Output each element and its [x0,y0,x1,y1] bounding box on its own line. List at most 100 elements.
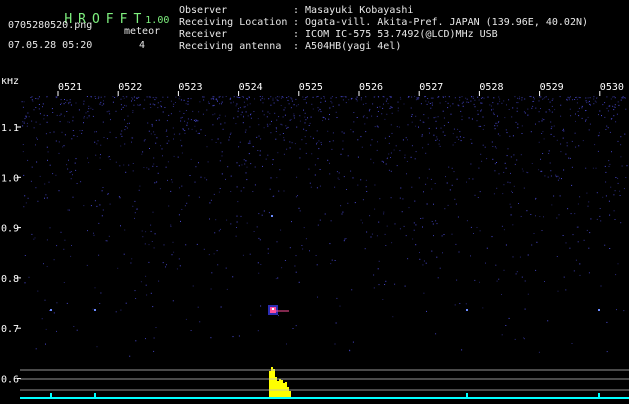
noise-pixel [37,200,39,202]
noise-pixel [316,264,318,266]
noise-pixel [462,105,464,107]
noise-pixel [551,105,553,107]
noise-pixel [81,132,83,134]
noise-pixel [510,206,512,208]
noise-pixel [268,98,270,100]
noise-pixel [442,252,443,254]
noise-pixel [599,208,601,209]
noise-pixel [421,134,423,136]
noise-pixel [556,139,558,141]
noise-pixel [167,96,169,98]
noise-pixel [86,264,88,266]
noise-pixel [305,119,307,121]
noise-pixel [124,104,125,106]
noise-pixel [236,96,238,98]
noise-pixel [219,160,221,162]
noise-pixel [505,167,507,169]
noise-pixel [370,144,372,146]
noise-pixel [165,166,167,168]
noise-pixel [136,97,137,99]
noise-pixel [482,144,484,146]
noise-pixel [94,131,95,133]
noise-pixel [330,97,332,99]
noise-pixel [308,168,310,170]
noise-pixel [287,99,289,101]
noise-pixel [402,198,404,200]
noise-pixel [415,244,417,246]
noise-pixel [337,177,339,179]
noise-pixel [512,135,514,137]
noise-pixel [340,153,342,155]
noise-pixel [153,163,155,165]
noise-pixel [403,225,405,227]
noise-pixel [35,187,37,189]
noise-pixel [224,115,226,117]
noise-pixel [96,205,98,207]
noise-pixel [226,219,228,221]
noise-pixel [567,96,569,98]
noise-pixel [38,96,40,98]
noise-pixel [617,263,619,265]
noise-pixel [339,305,341,307]
noise-pixel [296,105,298,107]
noise-pixel [115,311,117,313]
noise-pixel [132,170,134,172]
noise-pixel [55,174,57,176]
noise-pixel [245,111,247,113]
noise-pixel [304,116,306,118]
noise-pixel [443,117,445,119]
noise-pixel [596,97,598,99]
noise-pixel [343,176,345,178]
noise-pixel [295,255,297,257]
noise-pixel [549,101,551,103]
noise-pixel [425,262,427,264]
noise-pixel [298,281,300,283]
noise-pixel [129,355,131,357]
noise-pixel [23,206,25,208]
noise-pixel [360,179,362,181]
noise-pixel [170,100,172,102]
noise-pixel [494,128,496,130]
noise-pixel [343,132,345,134]
noise-pixel [154,99,156,101]
noise-pixel [428,168,430,170]
noise-pixel [261,97,263,99]
noise-pixel [177,156,179,158]
noise-pixel [382,96,384,98]
noise-pixel [260,305,262,307]
noise-pixel [161,148,163,150]
noise-pixel [365,179,367,181]
noise-pixel [391,132,393,134]
noise-pixel [599,110,601,112]
noise-pixel [230,223,232,225]
noise-pixel [316,142,318,144]
noise-pixel [589,100,590,102]
noise-pixel [389,107,391,109]
noise-pixel [545,111,547,113]
noise-pixel [616,309,617,311]
noise-pixel [237,201,239,203]
noise-pixel [391,107,393,109]
noise-pixel [479,281,480,283]
noise-pixel [323,117,325,119]
noise-pixel [172,300,174,302]
noise-pixel [187,103,189,105]
noise-pixel [36,161,38,163]
noise-pixel [431,250,433,252]
noise-pixel [533,98,535,100]
noise-pixel [213,104,215,106]
noise-pixel [279,134,281,136]
noise-pixel [120,98,122,100]
noise-pixel [26,125,28,127]
noise-pixel [542,131,544,133]
noise-pixel [622,96,624,98]
noise-pixel [141,230,143,232]
noise-pixel [434,183,436,184]
noise-pixel [145,231,147,233]
noise-pixel [582,140,584,142]
noise-pixel [458,251,460,253]
noise-pixel [522,170,524,172]
noise-pixel [216,98,217,100]
noise-pixel [165,131,167,132]
noise-pixel [436,256,438,258]
